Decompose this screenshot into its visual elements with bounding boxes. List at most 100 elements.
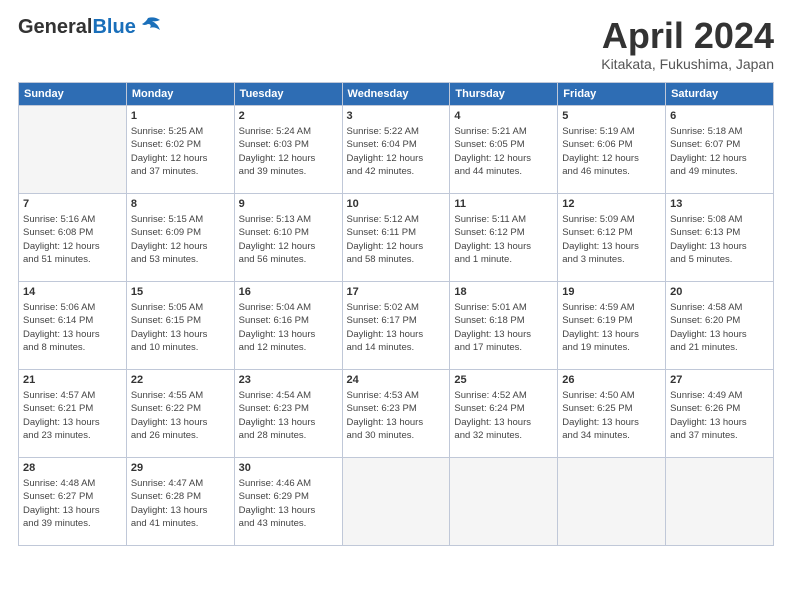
table-row: 16Sunrise: 5:04 AM Sunset: 6:16 PM Dayli… [234, 281, 342, 369]
table-row: 21Sunrise: 4:57 AM Sunset: 6:21 PM Dayli… [19, 369, 127, 457]
day-info: Sunrise: 5:19 AM Sunset: 6:06 PM Dayligh… [562, 125, 661, 178]
calendar-body: 1Sunrise: 5:25 AM Sunset: 6:02 PM Daylig… [19, 105, 774, 545]
header-monday: Monday [126, 82, 234, 105]
day-number: 20 [670, 285, 769, 300]
day-number: 24 [347, 373, 446, 388]
table-row [558, 457, 666, 545]
day-info: Sunrise: 4:49 AM Sunset: 6:26 PM Dayligh… [670, 389, 769, 442]
day-number: 9 [239, 197, 338, 212]
day-info: Sunrise: 4:53 AM Sunset: 6:23 PM Dayligh… [347, 389, 446, 442]
table-row: 6Sunrise: 5:18 AM Sunset: 6:07 PM Daylig… [666, 105, 774, 193]
weekday-header-row: Sunday Monday Tuesday Wednesday Thursday… [19, 82, 774, 105]
day-info: Sunrise: 5:22 AM Sunset: 6:04 PM Dayligh… [347, 125, 446, 178]
table-row: 20Sunrise: 4:58 AM Sunset: 6:20 PM Dayli… [666, 281, 774, 369]
day-info: Sunrise: 5:08 AM Sunset: 6:13 PM Dayligh… [670, 213, 769, 266]
logo: GeneralBlue [18, 16, 162, 38]
table-row: 24Sunrise: 4:53 AM Sunset: 6:23 PM Dayli… [342, 369, 450, 457]
table-row: 2Sunrise: 5:24 AM Sunset: 6:03 PM Daylig… [234, 105, 342, 193]
table-row [342, 457, 450, 545]
table-row: 30Sunrise: 4:46 AM Sunset: 6:29 PM Dayli… [234, 457, 342, 545]
table-row: 25Sunrise: 4:52 AM Sunset: 6:24 PM Dayli… [450, 369, 558, 457]
day-number: 13 [670, 197, 769, 212]
day-info: Sunrise: 4:54 AM Sunset: 6:23 PM Dayligh… [239, 389, 338, 442]
table-row: 3Sunrise: 5:22 AM Sunset: 6:04 PM Daylig… [342, 105, 450, 193]
day-info: Sunrise: 5:11 AM Sunset: 6:12 PM Dayligh… [454, 213, 553, 266]
day-number: 30 [239, 461, 338, 476]
table-row: 10Sunrise: 5:12 AM Sunset: 6:11 PM Dayli… [342, 193, 450, 281]
logo-blue: Blue [92, 16, 135, 38]
day-info: Sunrise: 5:25 AM Sunset: 6:02 PM Dayligh… [131, 125, 230, 178]
table-row: 27Sunrise: 4:49 AM Sunset: 6:26 PM Dayli… [666, 369, 774, 457]
day-info: Sunrise: 4:59 AM Sunset: 6:19 PM Dayligh… [562, 301, 661, 354]
day-number: 22 [131, 373, 230, 388]
table-row [19, 105, 127, 193]
calendar-table: Sunday Monday Tuesday Wednesday Thursday… [18, 82, 774, 546]
table-row: 9Sunrise: 5:13 AM Sunset: 6:10 PM Daylig… [234, 193, 342, 281]
location: Kitakata, Fukushima, Japan [601, 56, 774, 72]
table-row: 7Sunrise: 5:16 AM Sunset: 6:08 PM Daylig… [19, 193, 127, 281]
header-thursday: Thursday [450, 82, 558, 105]
day-info: Sunrise: 5:15 AM Sunset: 6:09 PM Dayligh… [131, 213, 230, 266]
day-info: Sunrise: 5:04 AM Sunset: 6:16 PM Dayligh… [239, 301, 338, 354]
day-number: 26 [562, 373, 661, 388]
day-info: Sunrise: 5:09 AM Sunset: 6:12 PM Dayligh… [562, 213, 661, 266]
day-number: 1 [131, 109, 230, 124]
calendar-week-row: 7Sunrise: 5:16 AM Sunset: 6:08 PM Daylig… [19, 193, 774, 281]
logo-general: General [18, 16, 92, 38]
day-number: 5 [562, 109, 661, 124]
day-number: 2 [239, 109, 338, 124]
table-row: 29Sunrise: 4:47 AM Sunset: 6:28 PM Dayli… [126, 457, 234, 545]
day-number: 29 [131, 461, 230, 476]
table-row: 15Sunrise: 5:05 AM Sunset: 6:15 PM Dayli… [126, 281, 234, 369]
table-row: 17Sunrise: 5:02 AM Sunset: 6:17 PM Dayli… [342, 281, 450, 369]
day-number: 16 [239, 285, 338, 300]
day-info: Sunrise: 5:24 AM Sunset: 6:03 PM Dayligh… [239, 125, 338, 178]
day-number: 25 [454, 373, 553, 388]
page-container: GeneralBlue April 2024 Kitakata, Fukushi… [0, 0, 792, 612]
header-wednesday: Wednesday [342, 82, 450, 105]
day-number: 23 [239, 373, 338, 388]
header-sunday: Sunday [19, 82, 127, 105]
day-info: Sunrise: 5:02 AM Sunset: 6:17 PM Dayligh… [347, 301, 446, 354]
day-info: Sunrise: 5:12 AM Sunset: 6:11 PM Dayligh… [347, 213, 446, 266]
day-info: Sunrise: 4:47 AM Sunset: 6:28 PM Dayligh… [131, 477, 230, 530]
day-number: 7 [23, 197, 122, 212]
header-saturday: Saturday [666, 82, 774, 105]
table-row: 28Sunrise: 4:48 AM Sunset: 6:27 PM Dayli… [19, 457, 127, 545]
day-number: 12 [562, 197, 661, 212]
title-block: April 2024 Kitakata, Fukushima, Japan [601, 16, 774, 72]
table-row: 1Sunrise: 5:25 AM Sunset: 6:02 PM Daylig… [126, 105, 234, 193]
day-info: Sunrise: 5:05 AM Sunset: 6:15 PM Dayligh… [131, 301, 230, 354]
day-number: 21 [23, 373, 122, 388]
header-friday: Friday [558, 82, 666, 105]
day-number: 4 [454, 109, 553, 124]
day-number: 10 [347, 197, 446, 212]
logo-text: GeneralBlue [18, 16, 136, 38]
table-row [666, 457, 774, 545]
header: GeneralBlue April 2024 Kitakata, Fukushi… [18, 16, 774, 72]
day-number: 15 [131, 285, 230, 300]
month-title: April 2024 [601, 16, 774, 56]
table-row: 23Sunrise: 4:54 AM Sunset: 6:23 PM Dayli… [234, 369, 342, 457]
table-row: 22Sunrise: 4:55 AM Sunset: 6:22 PM Dayli… [126, 369, 234, 457]
table-row: 11Sunrise: 5:11 AM Sunset: 6:12 PM Dayli… [450, 193, 558, 281]
day-number: 3 [347, 109, 446, 124]
day-info: Sunrise: 4:55 AM Sunset: 6:22 PM Dayligh… [131, 389, 230, 442]
day-info: Sunrise: 5:06 AM Sunset: 6:14 PM Dayligh… [23, 301, 122, 354]
day-number: 8 [131, 197, 230, 212]
header-tuesday: Tuesday [234, 82, 342, 105]
table-row [450, 457, 558, 545]
table-row: 12Sunrise: 5:09 AM Sunset: 6:12 PM Dayli… [558, 193, 666, 281]
day-info: Sunrise: 5:16 AM Sunset: 6:08 PM Dayligh… [23, 213, 122, 266]
calendar-week-row: 1Sunrise: 5:25 AM Sunset: 6:02 PM Daylig… [19, 105, 774, 193]
table-row: 13Sunrise: 5:08 AM Sunset: 6:13 PM Dayli… [666, 193, 774, 281]
table-row: 8Sunrise: 5:15 AM Sunset: 6:09 PM Daylig… [126, 193, 234, 281]
calendar-week-row: 28Sunrise: 4:48 AM Sunset: 6:27 PM Dayli… [19, 457, 774, 545]
table-row: 19Sunrise: 4:59 AM Sunset: 6:19 PM Dayli… [558, 281, 666, 369]
day-number: 18 [454, 285, 553, 300]
table-row: 4Sunrise: 5:21 AM Sunset: 6:05 PM Daylig… [450, 105, 558, 193]
table-row: 14Sunrise: 5:06 AM Sunset: 6:14 PM Dayli… [19, 281, 127, 369]
day-info: Sunrise: 4:58 AM Sunset: 6:20 PM Dayligh… [670, 301, 769, 354]
day-number: 6 [670, 109, 769, 124]
logo-bird-icon [140, 16, 162, 34]
